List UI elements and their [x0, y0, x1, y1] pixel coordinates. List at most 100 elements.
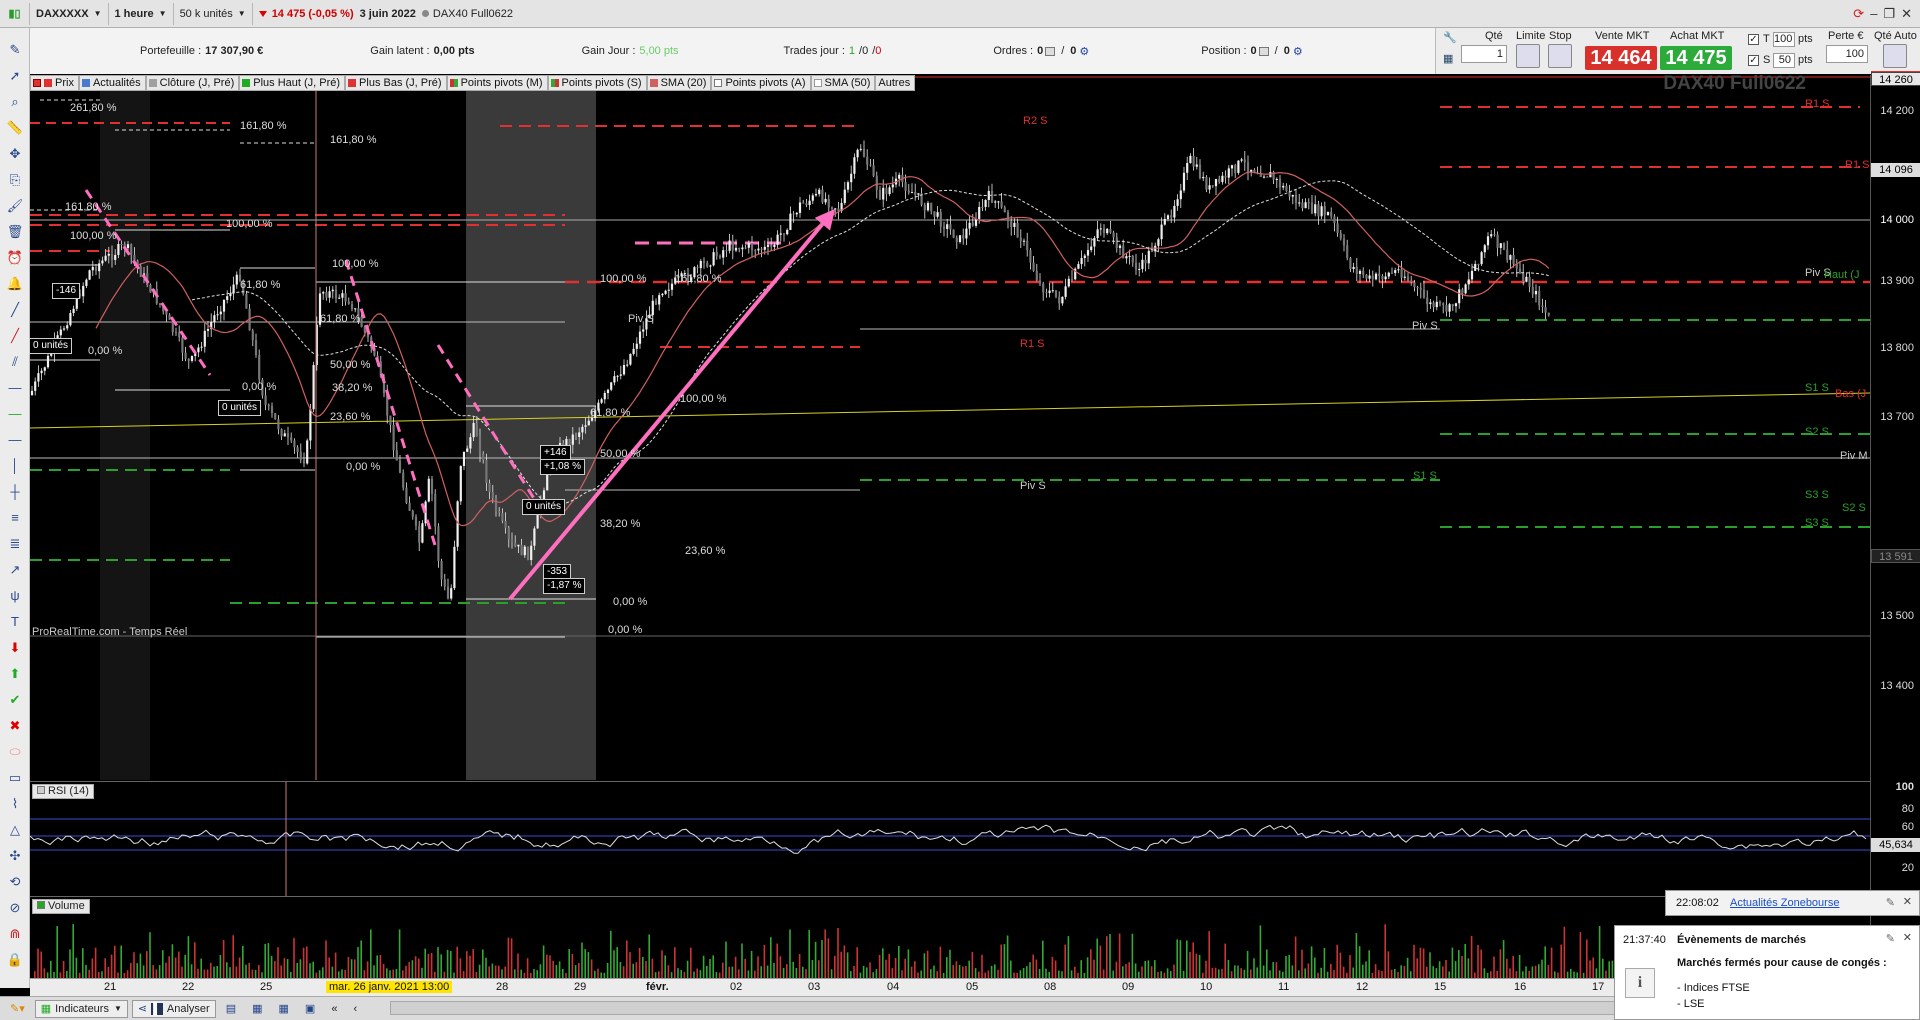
- stop-input[interactable]: 50: [1773, 53, 1795, 68]
- loss-input[interactable]: 100: [1826, 45, 1868, 63]
- chart-type-icon[interactable]: ▮▯: [0, 2, 30, 25]
- layout-icon[interactable]: ▤: [220, 1000, 242, 1018]
- legend-item[interactable]: Points pivots (M): [446, 75, 548, 91]
- volume-label[interactable]: Volume: [32, 899, 90, 914]
- cross-icon[interactable]: ┼: [4, 482, 26, 502]
- indicators-button[interactable]: ▦ Indicateurs ▼: [34, 999, 128, 1018]
- legend-item[interactable]: Plus Haut (J, Pré): [239, 75, 346, 91]
- arrow-tool-icon[interactable]: ↗: [4, 560, 26, 580]
- pattern-icon[interactable]: ✣: [4, 846, 26, 866]
- polyline-icon[interactable]: ⌇: [4, 794, 26, 814]
- down-arrow-tool-icon[interactable]: ⬇: [4, 638, 26, 658]
- timeframe-selector[interactable]: 1 heure ▼: [109, 2, 174, 25]
- order-book-icon[interactable]: [1045, 46, 1056, 56]
- target-input[interactable]: 100: [1773, 32, 1795, 47]
- legend-item[interactable]: SMA (20): [646, 75, 712, 91]
- price-chart-canvas[interactable]: [30, 75, 1870, 780]
- cursor-icon[interactable]: ➚: [4, 66, 26, 86]
- bell-icon[interactable]: 🔔: [4, 274, 26, 294]
- move-icon[interactable]: ✥: [4, 144, 26, 164]
- stop-order-button[interactable]: [1548, 44, 1572, 68]
- scroll-prev-icon[interactable]: ‹: [347, 1000, 363, 1018]
- buy-market-button[interactable]: 14 475: [1660, 46, 1732, 70]
- legend-item[interactable]: Points pivots (S): [547, 75, 647, 91]
- drawing-toolbar: ✎ ➚ ⌕ 📏 ✥ ⎘ 🖌 🗑 ⏰ 🔔 ╱ ╱ ⫽ — — — │ ┼ ≡ ≣ …: [0, 28, 30, 988]
- sell-market-button[interactable]: 14 464: [1585, 46, 1657, 70]
- zoom-icon[interactable]: ⌕: [4, 92, 26, 112]
- pin-icon[interactable]: ✎: [1886, 896, 1895, 909]
- vline-icon[interactable]: │: [4, 456, 26, 476]
- minimize-icon[interactable]: –: [1870, 6, 1877, 22]
- legend-item[interactable]: Clôture (J, Pré): [145, 75, 240, 91]
- trendline-icon[interactable]: ╱: [4, 300, 26, 320]
- legend-item[interactable]: SMA (50): [810, 75, 876, 91]
- pencil-icon[interactable]: ✎: [4, 40, 26, 60]
- settings-icon[interactable]: ⚙: [1293, 45, 1303, 58]
- hline-icon[interactable]: —: [4, 378, 26, 398]
- refresh-icon[interactable]: ⟳: [1853, 6, 1864, 22]
- settings-icon[interactable]: ⚙: [1079, 45, 1089, 58]
- close-icon[interactable]: ✕: [1903, 895, 1912, 908]
- alarm-icon[interactable]: ⏰: [4, 248, 26, 268]
- wrench-icon[interactable]: 🔧: [1443, 31, 1457, 44]
- trend-dashed-line[interactable]: [344, 259, 437, 546]
- limit-order-button[interactable]: [1516, 44, 1540, 68]
- market-events-notification[interactable]: 21:37:40 Évènements de marchés ✎ ✕ i Mar…: [1614, 925, 1920, 1020]
- target-checkbox[interactable]: ✓: [1748, 34, 1759, 45]
- cross-mark-icon[interactable]: ✖: [4, 716, 26, 736]
- cycle-icon[interactable]: ⟲: [4, 872, 26, 892]
- pin-icon[interactable]: ✎: [1886, 932, 1895, 945]
- date-axis[interactable]: 21 22 25 mar. 26 janv. 2021 13:00 28 29 …: [30, 978, 1870, 996]
- price-axis[interactable]: 14 260 14 200 14 096 14 000 13 900 13 80…: [1870, 71, 1920, 980]
- instrument-selector[interactable]: DAXXXXX ▼: [30, 2, 109, 25]
- legend-item[interactable]: Plus Bas (J, Pré): [345, 75, 447, 91]
- ruler-icon[interactable]: 📏: [4, 118, 26, 138]
- magnet-icon[interactable]: ⋒: [4, 924, 26, 944]
- lock-icon[interactable]: 🔒: [4, 950, 26, 970]
- close-icon[interactable]: ✕: [1901, 6, 1912, 22]
- qty-input[interactable]: 1: [1461, 45, 1507, 63]
- legend-item[interactable]: Prix: [30, 75, 79, 91]
- scroll-left-icon[interactable]: «: [325, 1000, 343, 1018]
- position-book-icon[interactable]: [1258, 46, 1269, 56]
- notification-link[interactable]: Actualités Zonebourse: [1730, 897, 1839, 909]
- triangle-icon[interactable]: △: [4, 820, 26, 840]
- news-notification[interactable]: 22:08:02 Actualités Zonebourse ✎ ✕: [1665, 890, 1920, 916]
- fib-fan-icon[interactable]: ≣: [4, 534, 26, 554]
- green-hline-icon[interactable]: —: [4, 404, 26, 424]
- volume-panel[interactable]: Volume: [30, 896, 1870, 979]
- trash-icon[interactable]: 🗑: [4, 222, 26, 242]
- stop-checkbox[interactable]: ✓: [1748, 55, 1759, 66]
- restore-icon[interactable]: ❐: [1883, 6, 1895, 22]
- legend-item[interactable]: Autres: [875, 75, 916, 91]
- rectangle-icon[interactable]: ▭: [4, 768, 26, 788]
- calculator-icon[interactable]: ▦: [1443, 52, 1453, 65]
- close-icon[interactable]: ✕: [1903, 931, 1912, 944]
- text-icon[interactable]: T: [4, 612, 26, 632]
- pitchfork-icon[interactable]: ψ: [4, 586, 26, 606]
- channel-icon[interactable]: ⫽: [4, 352, 26, 372]
- auto-qty-button[interactable]: [1883, 44, 1907, 68]
- compare-icon[interactable]: ▣: [299, 1000, 321, 1018]
- analyze-button[interactable]: ⋖ ▌ Analyser: [131, 999, 216, 1018]
- calendar-icon[interactable]: ▦: [246, 1000, 268, 1018]
- price-chart[interactable]: DAX40 Full0622 ProRealTime.com - Temps R…: [29, 73, 1870, 780]
- close-indicator-icon[interactable]: [33, 79, 41, 87]
- horizontal-scrollbar[interactable]: [390, 1001, 1670, 1015]
- ellipse-icon[interactable]: ⬭: [4, 742, 26, 762]
- units-selector[interactable]: 50 k unités ▼: [174, 2, 253, 25]
- fibonacci-icon[interactable]: ≡: [4, 508, 26, 528]
- up-arrow-tool-icon[interactable]: ⬆: [4, 664, 26, 684]
- gann-icon[interactable]: ⊘: [4, 898, 26, 918]
- copy-icon[interactable]: ⎘: [4, 170, 26, 190]
- legend-item[interactable]: Points pivots (A): [711, 75, 811, 91]
- rsi-panel[interactable]: RSI (14): [30, 781, 1870, 896]
- check-icon[interactable]: ✔: [4, 690, 26, 710]
- ray-icon[interactable]: ╱: [4, 326, 26, 346]
- hline2-icon[interactable]: —: [4, 430, 26, 450]
- grid-icon[interactable]: ▦: [273, 1000, 295, 1018]
- rsi-label[interactable]: RSI (14): [32, 784, 94, 799]
- legend-item[interactable]: Actualités: [78, 75, 146, 91]
- brush-icon[interactable]: 🖌: [4, 196, 26, 216]
- pencil-menu-icon[interactable]: ✎▾: [4, 1000, 31, 1018]
